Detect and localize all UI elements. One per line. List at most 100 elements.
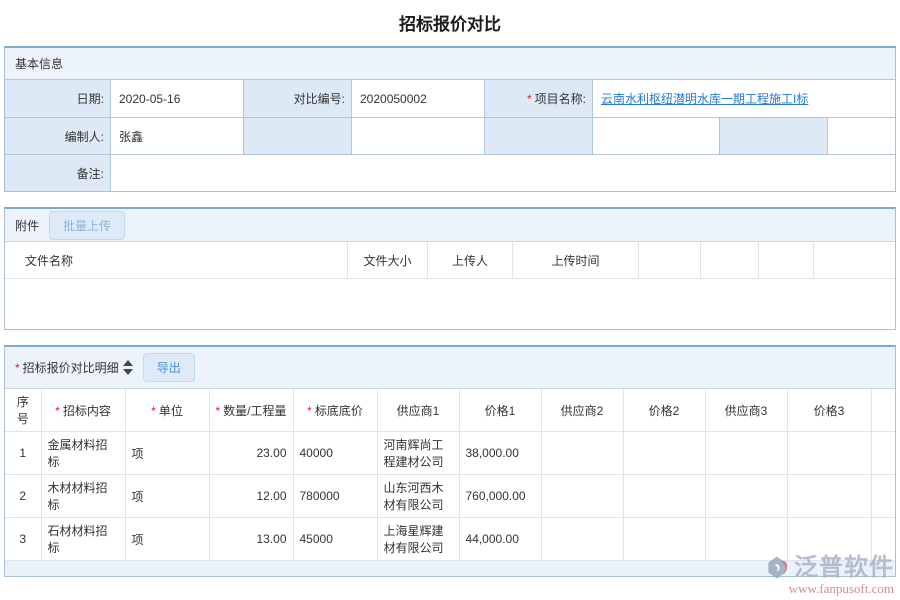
cell-price2 bbox=[623, 432, 705, 475]
basic-info-section: 基本信息 日期: 2020-05-16 对比编号: 2020050002 * 项… bbox=[4, 46, 896, 192]
file-name-column-header: 文件名称 bbox=[5, 242, 348, 278]
attachments-title: 附件 bbox=[15, 217, 39, 234]
vendor-url: www.fanpusoft.com bbox=[729, 581, 894, 596]
empty-column-header bbox=[814, 242, 895, 278]
empty-cell bbox=[485, 118, 593, 154]
empty-cell bbox=[593, 118, 720, 154]
cell-price1: 38,000.00 bbox=[459, 432, 541, 475]
col-header-price1: 价格1 bbox=[459, 389, 541, 432]
col-header-price2: 价格2 bbox=[623, 389, 705, 432]
cell-supplier1: 上海星辉建材有限公司 bbox=[377, 518, 459, 561]
cell-price2 bbox=[623, 518, 705, 561]
cell-supplier3 bbox=[705, 432, 787, 475]
cell-no: 2 bbox=[5, 475, 41, 518]
attachments-header: 附件 批量上传 bbox=[5, 209, 895, 241]
empty-cell bbox=[352, 118, 485, 154]
col-header-no: 序号 bbox=[5, 389, 41, 432]
detail-table: 序号 *招标内容 *单位 *数量/工程量 *标底底价 供应商1 价格1 供应商2… bbox=[5, 389, 895, 561]
cell-supplier2 bbox=[541, 475, 623, 518]
required-mark: * bbox=[527, 92, 532, 106]
vendor-watermark: 泛普软件 www.fanpusoft.com bbox=[729, 554, 894, 596]
empty-column-header bbox=[759, 242, 814, 278]
cell-no: 1 bbox=[5, 432, 41, 475]
cell-supplier2 bbox=[541, 518, 623, 561]
remark-label: 备注: bbox=[5, 155, 111, 191]
compiler-field[interactable]: 张鑫 bbox=[111, 118, 244, 154]
cell-qty: 13.00 bbox=[209, 518, 293, 561]
project-name-link[interactable]: 云南水利枢纽潜明水库一期工程施工I标 bbox=[601, 90, 808, 107]
cell-price2 bbox=[623, 475, 705, 518]
compare-no-label: 对比编号: bbox=[244, 80, 352, 117]
detail-table-header-row: 序号 *招标内容 *单位 *数量/工程量 *标底底价 供应商1 价格1 供应商2… bbox=[5, 389, 895, 432]
sort-arrows-icon[interactable] bbox=[123, 360, 133, 375]
cell-cutoff bbox=[871, 475, 895, 518]
detail-title: 招标报价对比明细 bbox=[23, 359, 119, 376]
required-mark: * bbox=[15, 361, 20, 375]
cell-price3 bbox=[787, 432, 871, 475]
detail-header-bar: * 招标报价对比明细 导出 bbox=[5, 347, 895, 389]
basic-info-row-3: 备注: bbox=[5, 154, 895, 191]
col-header-qty: *数量/工程量 bbox=[209, 389, 293, 432]
cell-base-price: 780000 bbox=[293, 475, 377, 518]
cell-price1: 760,000.00 bbox=[459, 475, 541, 518]
export-button[interactable]: 导出 bbox=[143, 353, 195, 382]
cell-supplier1: 山东河西木材有限公司 bbox=[377, 475, 459, 518]
page-title: 招标报价对比 bbox=[0, 0, 900, 46]
sort-down-icon bbox=[123, 369, 133, 375]
upload-time-column-header: 上传时间 bbox=[513, 242, 639, 278]
cell-price1: 44,000.00 bbox=[459, 518, 541, 561]
cell-qty: 12.00 bbox=[209, 475, 293, 518]
cell-supplier2 bbox=[541, 432, 623, 475]
cell-unit: 项 bbox=[125, 518, 209, 561]
attachments-table-header: 文件名称 文件大小 上传人 上传时间 bbox=[5, 241, 895, 279]
fanpu-logo-icon bbox=[765, 554, 792, 581]
cell-price3 bbox=[787, 475, 871, 518]
cell-base-price: 40000 bbox=[293, 432, 377, 475]
basic-info-header: 基本信息 bbox=[5, 48, 895, 80]
col-header-price3: 价格3 bbox=[787, 389, 871, 432]
basic-info-row-2: 编制人: 张鑫 bbox=[5, 117, 895, 154]
col-header-supplier3: 供应商3 bbox=[705, 389, 787, 432]
attachments-empty-body bbox=[5, 279, 895, 329]
basic-info-title: 基本信息 bbox=[15, 55, 63, 72]
date-label: 日期: bbox=[5, 80, 111, 117]
cell-supplier1: 河南辉尚工程建材公司 bbox=[377, 432, 459, 475]
cell-no: 3 bbox=[5, 518, 41, 561]
cell-supplier3 bbox=[705, 475, 787, 518]
vendor-name: 泛普软件 bbox=[794, 555, 894, 581]
empty-column-header bbox=[701, 242, 759, 278]
empty-cell bbox=[244, 118, 352, 154]
project-name-label: * 项目名称: bbox=[485, 80, 593, 117]
basic-info-row-1: 日期: 2020-05-16 对比编号: 2020050002 * 项目名称: … bbox=[5, 80, 895, 117]
col-header-supplier2: 供应商2 bbox=[541, 389, 623, 432]
cell-cutoff bbox=[871, 432, 895, 475]
cell-unit: 项 bbox=[125, 475, 209, 518]
table-row[interactable]: 2 木材材料招标 项 12.00 780000 山东河西木材有限公司 760,0… bbox=[5, 475, 895, 518]
col-header-content: *招标内容 bbox=[41, 389, 125, 432]
detail-section: * 招标报价对比明细 导出 序号 *招标内容 *单位 *数量/工程量 *标底底价… bbox=[4, 345, 896, 577]
sort-up-icon bbox=[123, 360, 133, 366]
file-size-column-header: 文件大小 bbox=[348, 242, 428, 278]
remark-field[interactable] bbox=[111, 155, 895, 191]
date-field[interactable]: 2020-05-16 bbox=[111, 80, 244, 117]
attachments-section: 附件 批量上传 文件名称 文件大小 上传人 上传时间 bbox=[4, 207, 896, 330]
empty-cell bbox=[720, 118, 828, 154]
batch-upload-button[interactable]: 批量上传 bbox=[49, 211, 125, 240]
cell-content: 木材材料招标 bbox=[41, 475, 125, 518]
cell-qty: 23.00 bbox=[209, 432, 293, 475]
col-header-supplier1: 供应商1 bbox=[377, 389, 459, 432]
col-header-unit: *单位 bbox=[125, 389, 209, 432]
cell-content: 石材材料招标 bbox=[41, 518, 125, 561]
compiler-label: 编制人: bbox=[5, 118, 111, 154]
empty-column-header bbox=[639, 242, 701, 278]
table-row[interactable]: 1 金属材料招标 项 23.00 40000 河南辉尚工程建材公司 38,000… bbox=[5, 432, 895, 475]
compare-no-field[interactable]: 2020050002 bbox=[352, 80, 485, 117]
cell-base-price: 45000 bbox=[293, 518, 377, 561]
col-header-cutoff bbox=[871, 389, 895, 432]
project-name-field: 云南水利枢纽潜明水库一期工程施工I标 bbox=[593, 80, 895, 117]
col-header-base-price: *标底底价 bbox=[293, 389, 377, 432]
uploader-column-header: 上传人 bbox=[428, 242, 513, 278]
cell-content: 金属材料招标 bbox=[41, 432, 125, 475]
cell-unit: 项 bbox=[125, 432, 209, 475]
empty-cell bbox=[828, 118, 895, 154]
